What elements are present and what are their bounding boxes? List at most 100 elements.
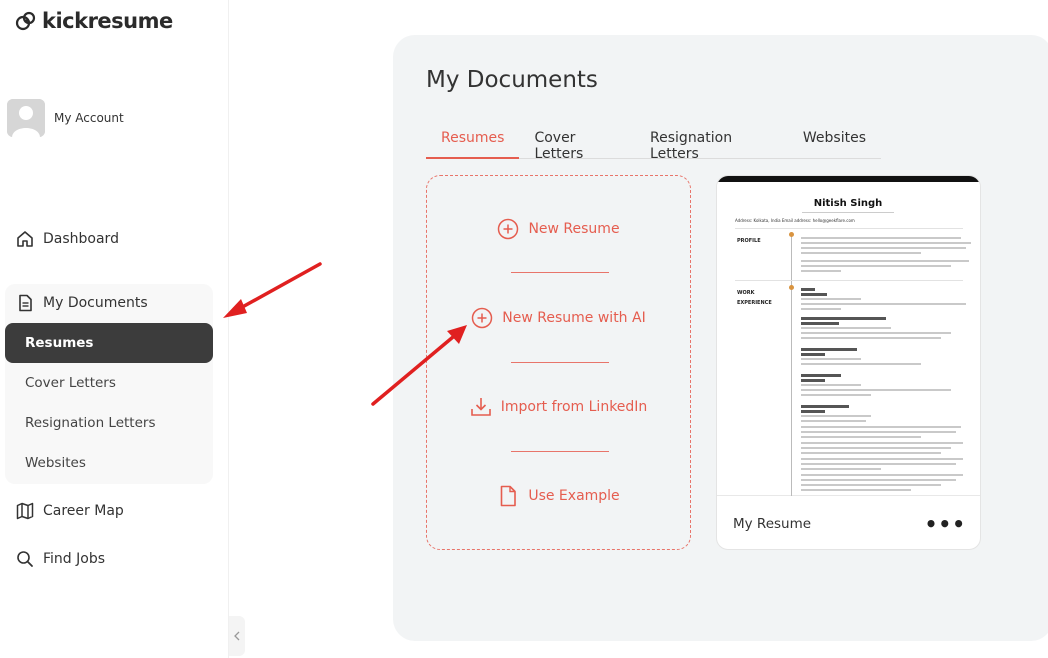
text-line (801, 489, 911, 491)
text-line (801, 447, 951, 449)
text-line (801, 308, 841, 310)
text-line (801, 265, 951, 267)
new-resume-with-ai-button[interactable]: New Resume with AI (427, 307, 690, 329)
text-line (801, 322, 839, 325)
new-resume-label: New Resume (528, 221, 620, 237)
text-line (801, 379, 825, 382)
home-icon (15, 229, 35, 249)
text-line (801, 458, 963, 460)
resume-preview-name: Nitish Singh (802, 198, 894, 213)
text-line (801, 431, 956, 433)
divider (735, 280, 963, 281)
new-resume-button[interactable]: New Resume (427, 218, 690, 240)
sidebar-item-find-jobs[interactable]: Find Jobs (15, 549, 105, 569)
divider (511, 362, 609, 363)
timeline-line (791, 234, 792, 496)
timeline-dot (789, 285, 794, 290)
text-line (801, 332, 951, 334)
text-line (801, 298, 861, 300)
plus-circle-icon (497, 218, 519, 240)
sidebar-item-label: Career Map (43, 503, 124, 519)
text-line (801, 474, 963, 476)
search-icon (15, 549, 35, 569)
plus-circle-icon (471, 307, 493, 329)
download-icon (470, 396, 492, 418)
page-title: My Documents (426, 67, 598, 93)
sidebar-item-resignation-letters[interactable]: Resignation Letters (5, 403, 213, 443)
text-line (801, 353, 825, 356)
kickresume-logo[interactable]: kickresume (14, 9, 173, 33)
text-line (801, 242, 971, 244)
text-line (801, 348, 857, 351)
document-tabs: Resumes Cover Letters Resignation Letter… (426, 125, 881, 162)
account-label: My Account (54, 111, 124, 125)
resume-title[interactable]: My Resume (733, 516, 811, 532)
resume-section-label: EXPERIENCE (737, 300, 772, 306)
text-line (801, 374, 841, 377)
tab-websites[interactable]: Websites (788, 125, 881, 159)
sidebar-collapse-toggle[interactable] (229, 616, 245, 656)
sidebar-item-label: Find Jobs (43, 551, 106, 567)
sidebar-item-websites[interactable]: Websites (5, 443, 213, 483)
tab-resumes[interactable]: Resumes (426, 125, 520, 159)
divider (511, 451, 609, 452)
import-from-linkedin-label: Import from LinkedIn (500, 399, 648, 415)
chevron-left-icon (234, 631, 240, 641)
use-example-label: Use Example (528, 488, 620, 504)
text-line (801, 252, 921, 254)
sidebar-item-cover-letters[interactable]: Cover Letters (5, 363, 213, 403)
sidebar-item-label: My Documents (43, 295, 148, 311)
text-line (801, 303, 966, 305)
sidebar-item-resumes[interactable]: Resumes (5, 323, 213, 363)
new-resume-with-ai-label: New Resume with AI (502, 310, 646, 326)
divider (511, 272, 609, 273)
my-account[interactable]: My Account (7, 99, 124, 137)
text-line (801, 260, 969, 262)
text-line (801, 237, 961, 239)
text-line (801, 410, 825, 413)
avatar (7, 99, 45, 137)
text-line (801, 288, 815, 291)
sidebar: kickresume My Account Dashboard My Docum… (0, 0, 229, 658)
text-line (801, 389, 951, 391)
sidebar-item-my-documents[interactable]: My Documents (15, 293, 148, 313)
tab-cover-letters[interactable]: Cover Letters (519, 125, 635, 162)
text-line (801, 420, 866, 422)
text-line (801, 293, 827, 296)
sidebar-item-dashboard[interactable]: Dashboard (15, 229, 119, 249)
text-line (801, 384, 861, 386)
sidebar-item-label: Dashboard (43, 231, 119, 247)
annotation-arrow-sidebar (223, 262, 322, 318)
text-line (801, 436, 921, 438)
text-line (801, 479, 956, 481)
user-placeholder-icon (7, 99, 45, 137)
text-line (801, 337, 941, 339)
document-icon (15, 293, 35, 313)
use-example-button[interactable]: Use Example (427, 485, 690, 507)
file-icon (497, 485, 519, 507)
text-line (801, 452, 941, 454)
text-line (801, 426, 961, 428)
text-line (801, 463, 956, 465)
resume-preview-thumbnail[interactable]: Nitish Singh Address: Kolkata, India Ema… (717, 176, 980, 496)
resume-card-footer: My Resume ••• (717, 496, 980, 549)
text-line (801, 247, 966, 249)
text-line (801, 442, 963, 444)
text-line (801, 415, 871, 417)
resume-section-label: PROFILE (737, 238, 761, 244)
text-line (801, 484, 941, 486)
main-panel: My Documents Resumes Cover Letters Resig… (393, 35, 1048, 641)
timeline-dot (789, 232, 794, 237)
sidebar-item-career-map[interactable]: Career Map (15, 501, 124, 521)
import-from-linkedin-button[interactable]: Import from LinkedIn (427, 396, 690, 418)
text-line (801, 405, 849, 408)
resume-card[interactable]: Nitish Singh Address: Kolkata, India Ema… (716, 175, 981, 550)
text-line (801, 468, 881, 470)
more-horizontal-icon[interactable]: ••• (925, 514, 966, 534)
tab-resignation-letters[interactable]: Resignation Letters (635, 125, 788, 162)
brand-name: kickresume (42, 9, 173, 33)
create-document-card: New Resume New Resume with AI Import fro… (426, 175, 691, 550)
resume-section-label: WORK (737, 290, 755, 296)
kickresume-logo-icon (15, 11, 36, 31)
text-line (801, 363, 921, 365)
